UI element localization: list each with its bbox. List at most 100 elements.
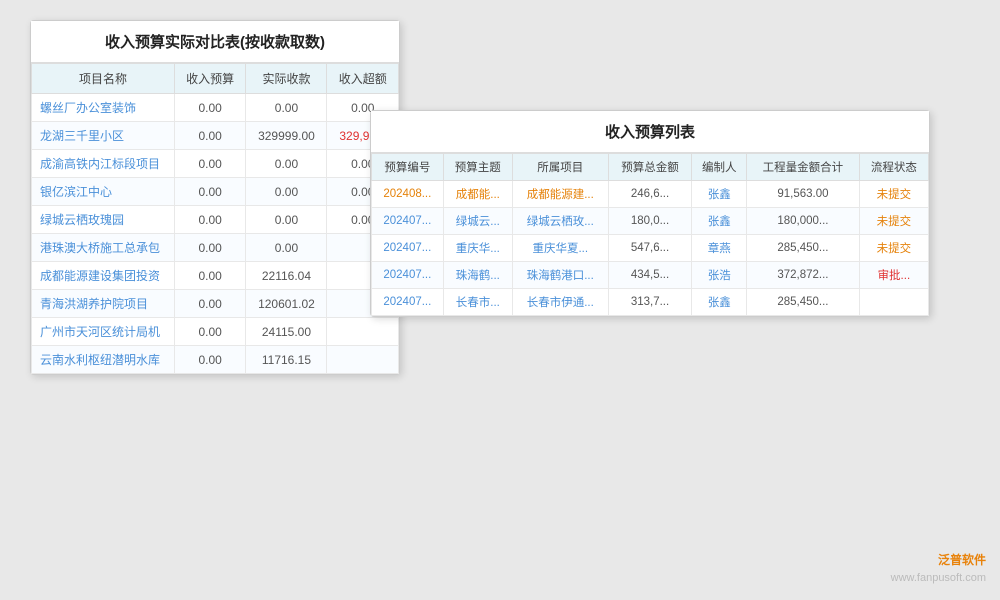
cell-engineer-amount: 180,000... xyxy=(747,208,860,235)
cell-name[interactable]: 港珠澳大桥施工总承包 xyxy=(32,234,175,262)
cell-status: 审批... xyxy=(859,262,928,289)
cell-budget: 0.00 xyxy=(174,150,245,178)
cell-actual: 0.00 xyxy=(246,94,327,122)
left-table: 项目名称 收入预算 实际收款 收入超额 螺丝厂办公室装饰 0.00 0.00 0… xyxy=(31,63,399,374)
left-panel: 收入预算实际对比表(按收款取数) 项目名称 收入预算 实际收款 收入超额 螺丝厂… xyxy=(30,20,400,375)
cell-actual: 329999.00 xyxy=(246,122,327,150)
cell-actual: 0.00 xyxy=(246,178,327,206)
col-actual: 实际收款 xyxy=(246,64,327,94)
cell-theme[interactable]: 珠海鹤... xyxy=(443,262,512,289)
cell-amount: 246,6... xyxy=(608,181,692,208)
cell-code[interactable]: 202407... xyxy=(372,262,444,289)
table-row: 绿城云栖玫瑰园 0.00 0.00 0.00 xyxy=(32,206,399,234)
table-row: 202407... 重庆华... 重庆华夏... 547,6... 章燕 285… xyxy=(372,235,929,262)
cell-name[interactable]: 青海洪湖养护院项目 xyxy=(32,290,175,318)
cell-amount: 313,7... xyxy=(608,289,692,316)
cell-code[interactable]: 202407... xyxy=(372,235,444,262)
table-row: 银亿滨江中心 0.00 0.00 0.00 xyxy=(32,178,399,206)
right-panel: 收入预算列表 预算编号预算主题所属项目预算总金额编制人工程量金额合计流程状态 2… xyxy=(370,110,930,317)
cell-budget: 0.00 xyxy=(174,234,245,262)
table-row: 云南水利枢纽潜明水库 0.00 11716.15 xyxy=(32,346,399,374)
cell-amount: 547,6... xyxy=(608,235,692,262)
cell-exceed xyxy=(327,346,399,374)
cell-budget: 0.00 xyxy=(174,262,245,290)
cell-code[interactable]: 202407... xyxy=(372,289,444,316)
cell-actual: 11716.15 xyxy=(246,346,327,374)
cell-status xyxy=(859,289,928,316)
cell-engineer-amount: 285,450... xyxy=(747,235,860,262)
cell-name[interactable]: 绿城云栖玫瑰园 xyxy=(32,206,175,234)
cell-editor: 张鑫 xyxy=(692,181,747,208)
right-col-2: 所属项目 xyxy=(512,154,608,181)
cell-theme[interactable]: 长春市... xyxy=(443,289,512,316)
cell-theme[interactable]: 成都能... xyxy=(443,181,512,208)
cell-name[interactable]: 螺丝厂办公室装饰 xyxy=(32,94,175,122)
cell-code[interactable]: 202407... xyxy=(372,208,444,235)
cell-engineer-amount: 372,872... xyxy=(747,262,860,289)
right-col-4: 编制人 xyxy=(692,154,747,181)
watermark: 泛普软件 www.fanpusoft.com xyxy=(891,551,986,586)
col-exceed: 收入超额 xyxy=(327,64,399,94)
brand-url: www.fanpusoft.com xyxy=(891,572,986,584)
table-row: 成都能源建设集团投资 0.00 22116.04 xyxy=(32,262,399,290)
cell-budget: 0.00 xyxy=(174,178,245,206)
cell-actual: 0.00 xyxy=(246,234,327,262)
cell-budget: 0.00 xyxy=(174,318,245,346)
table-row: 广州市天河区统计局机 0.00 24115.00 xyxy=(32,318,399,346)
cell-editor: 张鑫 xyxy=(692,289,747,316)
table-row: 港珠澳大桥施工总承包 0.00 0.00 xyxy=(32,234,399,262)
table-row: 202407... 长春市... 长春市伊通... 313,7... 张鑫 28… xyxy=(372,289,929,316)
table-row: 202407... 绿城云... 绿城云栖玫... 180,0... 张鑫 18… xyxy=(372,208,929,235)
cell-project[interactable]: 珠海鹤港口... xyxy=(512,262,608,289)
cell-name[interactable]: 成渝高铁内江标段项目 xyxy=(32,150,175,178)
cell-project[interactable]: 长春市伊通... xyxy=(512,289,608,316)
cell-name[interactable]: 银亿滨江中心 xyxy=(32,178,175,206)
cell-code[interactable]: 202408... xyxy=(372,181,444,208)
col-budget: 收入预算 xyxy=(174,64,245,94)
cell-actual: 0.00 xyxy=(246,150,327,178)
cell-budget: 0.00 xyxy=(174,346,245,374)
cell-editor: 章燕 xyxy=(692,235,747,262)
cell-project[interactable]: 绿城云栖玫... xyxy=(512,208,608,235)
table-row: 202407... 珠海鹤... 珠海鹤港口... 434,5... 张浩 37… xyxy=(372,262,929,289)
table-row: 龙湖三千里小区 0.00 329999.00 329,99... xyxy=(32,122,399,150)
cell-project[interactable]: 成都能源建... xyxy=(512,181,608,208)
right-col-0: 预算编号 xyxy=(372,154,444,181)
right-col-3: 预算总金额 xyxy=(608,154,692,181)
cell-budget: 0.00 xyxy=(174,206,245,234)
cell-budget: 0.00 xyxy=(174,122,245,150)
cell-name[interactable]: 广州市天河区统计局机 xyxy=(32,318,175,346)
cell-theme[interactable]: 绿城云... xyxy=(443,208,512,235)
right-col-1: 预算主题 xyxy=(443,154,512,181)
cell-actual: 120601.02 xyxy=(246,290,327,318)
cell-engineer-amount: 91,563.00 xyxy=(747,181,860,208)
cell-actual: 22116.04 xyxy=(246,262,327,290)
cell-name[interactable]: 云南水利枢纽潜明水库 xyxy=(32,346,175,374)
col-name: 项目名称 xyxy=(32,64,175,94)
cell-budget: 0.00 xyxy=(174,290,245,318)
cell-name[interactable]: 成都能源建设集团投资 xyxy=(32,262,175,290)
right-col-5: 工程量金额合计 xyxy=(747,154,860,181)
brand-name: 泛普软件 xyxy=(938,553,986,567)
right-col-6: 流程状态 xyxy=(859,154,928,181)
cell-editor: 张鑫 xyxy=(692,208,747,235)
cell-editor: 张浩 xyxy=(692,262,747,289)
cell-theme[interactable]: 重庆华... xyxy=(443,235,512,262)
cell-status: 未提交 xyxy=(859,208,928,235)
table-row: 青海洪湖养护院项目 0.00 120601.02 xyxy=(32,290,399,318)
cell-budget: 0.00 xyxy=(174,94,245,122)
cell-engineer-amount: 285,450... xyxy=(747,289,860,316)
cell-project[interactable]: 重庆华夏... xyxy=(512,235,608,262)
cell-actual: 0.00 xyxy=(246,206,327,234)
right-panel-title: 收入预算列表 xyxy=(371,111,929,153)
table-row: 成渝高铁内江标段项目 0.00 0.00 0.00 xyxy=(32,150,399,178)
right-table: 预算编号预算主题所属项目预算总金额编制人工程量金额合计流程状态 202408..… xyxy=(371,153,929,316)
cell-exceed xyxy=(327,318,399,346)
left-panel-title: 收入预算实际对比表(按收款取数) xyxy=(31,21,399,63)
table-row: 螺丝厂办公室装饰 0.00 0.00 0.00 xyxy=(32,94,399,122)
cell-actual: 24115.00 xyxy=(246,318,327,346)
table-row: 202408... 成都能... 成都能源建... 246,6... 张鑫 91… xyxy=(372,181,929,208)
cell-amount: 180,0... xyxy=(608,208,692,235)
cell-name[interactable]: 龙湖三千里小区 xyxy=(32,122,175,150)
cell-amount: 434,5... xyxy=(608,262,692,289)
